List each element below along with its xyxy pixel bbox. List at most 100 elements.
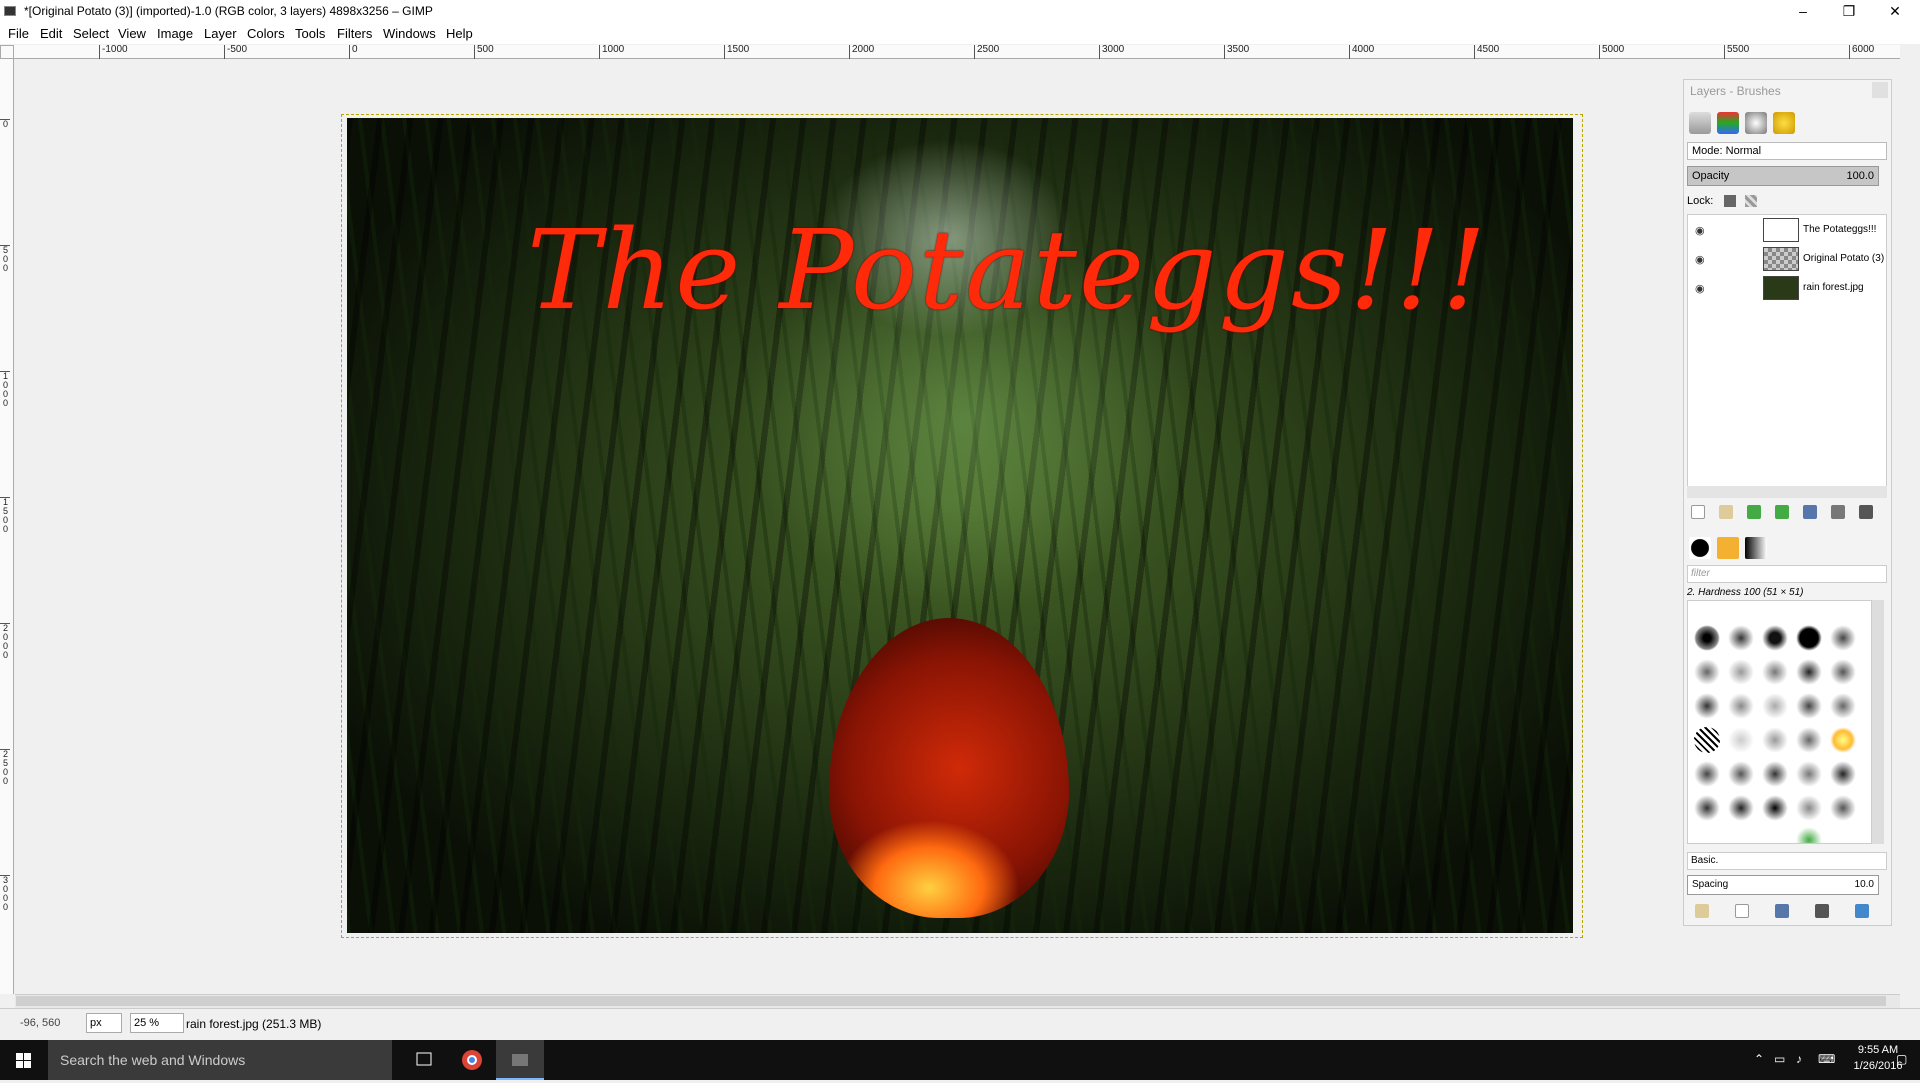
duplicate-layer-icon[interactable]: [1803, 505, 1817, 519]
brush-item[interactable]: [1830, 795, 1856, 821]
brush-item[interactable]: [1830, 693, 1856, 719]
menu-select[interactable]: Select: [73, 26, 109, 41]
network-icon[interactable]: ▭: [1774, 1052, 1785, 1066]
brush-item[interactable]: [1762, 625, 1788, 651]
gimp-taskbar-button[interactable]: [496, 1040, 544, 1080]
layer-row-potato[interactable]: ◉ Original Potato (3).j: [1689, 245, 1885, 272]
paths-tab-icon[interactable]: [1745, 112, 1767, 134]
menu-filters[interactable]: Filters: [337, 26, 372, 41]
lock-alpha-icon[interactable]: [1745, 195, 1758, 208]
brush-item[interactable]: [1762, 795, 1788, 821]
brush-item[interactable]: [1830, 727, 1856, 753]
refresh-brushes-icon[interactable]: [1855, 904, 1869, 918]
menu-file[interactable]: File: [8, 26, 29, 41]
layer-row-rainforest[interactable]: ◉ rain forest.jpg: [1689, 274, 1885, 301]
lock-pixels-icon[interactable]: [1724, 195, 1737, 208]
channels-tab-icon[interactable]: [1717, 112, 1739, 134]
opacity-slider[interactable]: Opacity 100.0: [1687, 166, 1879, 186]
unit-select[interactable]: px: [86, 1013, 122, 1033]
keyboard-icon[interactable]: ⌨: [1818, 1052, 1835, 1066]
delete-brush-icon[interactable]: [1815, 904, 1829, 918]
brush-item[interactable]: [1728, 727, 1754, 753]
minimize-button[interactable]: –: [1780, 0, 1826, 24]
layers-horizontal-scrollbar[interactable]: [1687, 486, 1887, 498]
new-layer-group-icon[interactable]: [1719, 505, 1733, 519]
clock-time[interactable]: 9:55 AM: [1843, 1044, 1913, 1056]
tray-chevron-icon[interactable]: ⌃: [1754, 1052, 1764, 1066]
brush-item[interactable]: [1728, 795, 1754, 821]
brush-item[interactable]: [1796, 727, 1822, 753]
brush-item[interactable]: [1728, 761, 1754, 787]
eye-icon[interactable]: ◉: [1695, 282, 1705, 295]
brush-item[interactable]: [1762, 693, 1788, 719]
spacing-slider[interactable]: Spacing 10.0: [1687, 875, 1879, 895]
brush-item[interactable]: [1796, 659, 1822, 685]
menu-layer[interactable]: Layer: [204, 26, 237, 41]
brush-item[interactable]: [1830, 761, 1856, 787]
patterns-tab-icon[interactable]: [1717, 537, 1739, 559]
horizontal-ruler[interactable]: -1000 -500 0 500 1000 1500 2000 2500 300…: [14, 45, 1900, 59]
raise-layer-icon[interactable]: [1747, 505, 1761, 519]
brush-item[interactable]: [1796, 625, 1822, 651]
brush-item[interactable]: [1694, 693, 1720, 719]
brush-grid[interactable]: [1687, 600, 1872, 844]
image-canvas[interactable]: The Potateggs!!!: [347, 118, 1573, 933]
clock-date[interactable]: 1/26/2016: [1843, 1060, 1913, 1072]
task-view-button[interactable]: [400, 1040, 448, 1080]
brush-item[interactable]: [1694, 659, 1720, 685]
anchor-layer-icon[interactable]: [1831, 505, 1845, 519]
brush-item[interactable]: [1796, 795, 1822, 821]
brush-item[interactable]: [1694, 761, 1720, 787]
eye-icon[interactable]: ◉: [1695, 224, 1705, 237]
menu-windows[interactable]: Windows: [383, 26, 436, 41]
brush-item[interactable]: [1830, 625, 1856, 651]
zoom-select[interactable]: 25 %: [130, 1013, 184, 1033]
scrollbar-thumb[interactable]: [16, 996, 1886, 1006]
new-layer-icon[interactable]: [1691, 505, 1705, 519]
gradients-tab-icon[interactable]: [1745, 537, 1767, 559]
layer-row-text[interactable]: ◉ The Potateggs!!!: [1689, 216, 1885, 243]
eye-icon[interactable]: ◉: [1695, 253, 1705, 266]
delete-layer-icon[interactable]: [1859, 505, 1873, 519]
brush-item[interactable]: [1694, 795, 1720, 821]
lower-layer-icon[interactable]: [1775, 505, 1789, 519]
brush-item[interactable]: [1762, 727, 1788, 753]
undo-history-tab-icon[interactable]: [1773, 112, 1795, 134]
brush-tag-select[interactable]: Basic.: [1687, 852, 1887, 870]
menu-edit[interactable]: Edit: [40, 26, 62, 41]
layers-tab-icon[interactable]: [1689, 112, 1711, 134]
brush-item[interactable]: [1796, 827, 1822, 843]
brush-item[interactable]: [1728, 693, 1754, 719]
start-button[interactable]: [0, 1040, 48, 1080]
taskbar-search-box[interactable]: Search the web and Windows: [48, 1040, 392, 1080]
menu-view[interactable]: View: [118, 26, 146, 41]
layer-mode-select[interactable]: Mode: Normal: [1687, 142, 1887, 160]
brush-item[interactable]: [1694, 625, 1720, 651]
new-brush-icon[interactable]: [1735, 904, 1749, 918]
lock-label: Lock:: [1687, 195, 1714, 207]
volume-icon[interactable]: ♪: [1796, 1052, 1802, 1066]
brush-item[interactable]: [1694, 727, 1720, 753]
vertical-ruler[interactable]: 0 500 1000 1500 2000 2500 3000: [0, 59, 14, 994]
close-button[interactable]: ✕: [1872, 0, 1918, 24]
menu-image[interactable]: Image: [157, 26, 193, 41]
brush-filter-input[interactable]: filter: [1687, 565, 1887, 583]
menu-colors[interactable]: Colors: [247, 26, 285, 41]
brush-item[interactable]: [1762, 761, 1788, 787]
brushes-tab-icon[interactable]: [1689, 537, 1711, 559]
brush-item[interactable]: [1796, 693, 1822, 719]
edit-brush-icon[interactable]: [1695, 904, 1709, 918]
brush-vertical-scrollbar[interactable]: [1872, 600, 1884, 844]
chrome-taskbar-button[interactable]: [448, 1040, 496, 1080]
duplicate-brush-icon[interactable]: [1775, 904, 1789, 918]
brush-item[interactable]: [1728, 625, 1754, 651]
brush-item[interactable]: [1762, 659, 1788, 685]
brush-item[interactable]: [1830, 659, 1856, 685]
brush-item[interactable]: [1728, 659, 1754, 685]
dock-close-icon[interactable]: [1872, 82, 1888, 98]
brush-item[interactable]: [1796, 761, 1822, 787]
menu-help[interactable]: Help: [446, 26, 473, 41]
maximize-button[interactable]: ❐: [1826, 0, 1872, 24]
ruler-corner[interactable]: [0, 45, 14, 59]
menu-tools[interactable]: Tools: [295, 26, 325, 41]
